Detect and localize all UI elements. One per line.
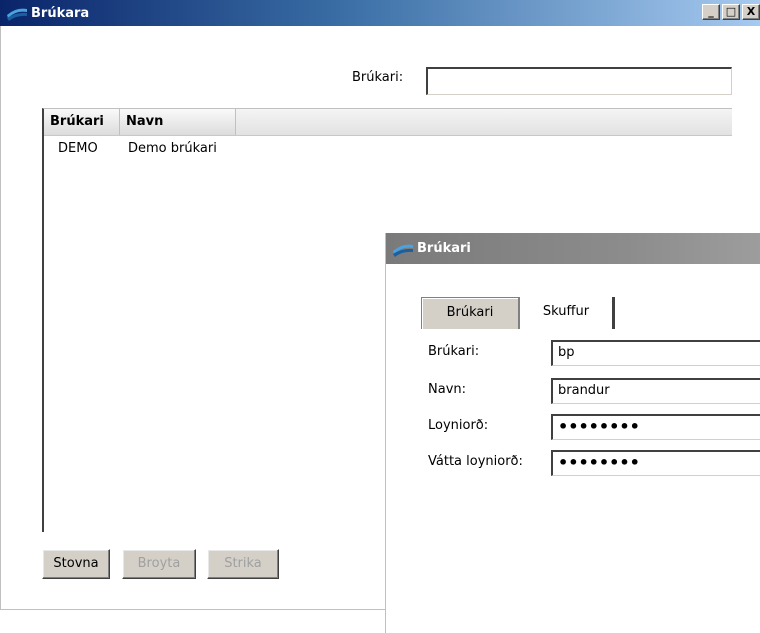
row-navn-cell: Demo brúkari [128,141,217,156]
name-field-label: Navn: [428,382,467,397]
maximize-button[interactable]: □ [722,4,740,20]
maximize-icon: □ [725,5,737,18]
list-header: Brúkari Navn [44,109,732,136]
row-brukari-cell: DEMO [58,141,98,156]
tab-brukari[interactable]: Brúkari [421,297,519,329]
search-label: Brúkari: [352,70,404,85]
minimize-icon: _ [708,5,714,18]
name-field[interactable]: brandur [551,378,760,404]
dialog-title-bar[interactable]: Brúkari [386,233,760,264]
dialog-app-icon [393,244,413,257]
new-button[interactable]: Stovna [42,549,110,579]
user-dialog: Brúkari Brúkari Skuffur Brúkari: bp Navn… [385,233,760,633]
column-header-navn[interactable]: Navn [120,109,236,135]
column-header-brukari[interactable]: Brúkari [44,109,120,135]
user-field-label: Brúkari: [428,344,480,359]
search-input[interactable] [426,67,732,95]
password-field[interactable]: •••••••• [551,414,760,440]
main-title-bar[interactable]: Brúkara _ □ X [0,0,760,26]
delete-button[interactable]: Strika [207,549,279,579]
dialog-title: Brúkari [417,241,471,256]
confirm-password-field[interactable]: •••••••• [551,450,760,476]
close-icon: X [746,5,756,18]
close-button[interactable]: X [742,4,760,20]
confirm-password-field-label: Vátta loyniorð: [428,454,523,469]
app-icon [7,8,27,21]
edit-button[interactable]: Broyta [122,549,196,579]
tab-skuffur[interactable]: Skuffur [519,297,615,329]
user-field[interactable]: bp [551,340,760,366]
main-window-title: Brúkara [31,5,90,21]
minimize-button[interactable]: _ [702,4,720,20]
password-field-label: Loyniorð: [428,418,489,433]
